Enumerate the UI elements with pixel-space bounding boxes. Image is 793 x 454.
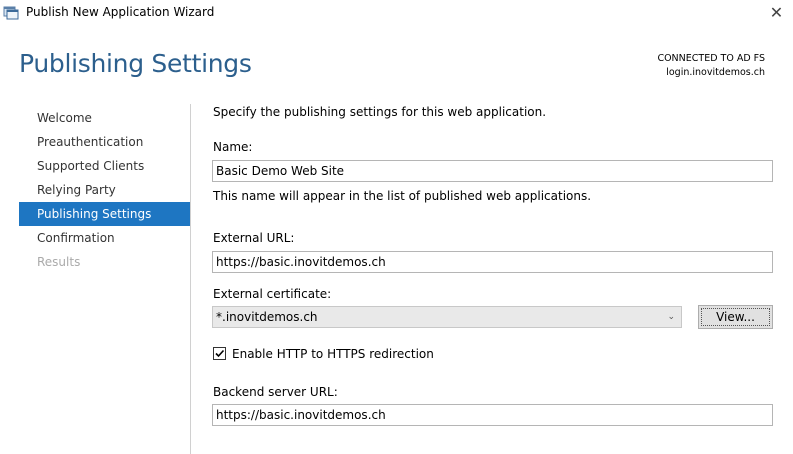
external-certificate-label: External certificate: [213,287,332,301]
chevron-down-icon: ⌄ [667,312,675,322]
external-certificate-dropdown[interactable]: *.inovitdemos.ch ⌄ [212,306,682,328]
checkmark-icon [215,349,225,358]
page-title: Publishing Settings [19,49,252,78]
nav-step-supported-clients[interactable]: Supported Clients [19,154,190,178]
nav-step-welcome[interactable]: Welcome [19,106,190,130]
name-hint: This name will appear in the list of pub… [213,189,592,203]
backend-url-field[interactable]: https://basic.inovitdemos.ch [212,404,773,426]
nav-step-results: Results [37,255,81,269]
view-certificate-button[interactable]: View... [698,305,773,329]
connection-server: login.inovitdemos.ch [666,67,765,78]
name-field[interactable]: Basic Demo Web Site [212,160,773,182]
redirect-label[interactable]: Enable HTTP to HTTPS redirection [232,347,434,361]
external-certificate-value: *.inovitdemos.ch [216,310,318,324]
wizard-steps-nav: Welcome Preauthentication Supported Clie… [19,106,190,274]
close-icon[interactable]: ✕ [760,0,793,26]
nav-step-confirmation[interactable]: Confirmation [19,226,190,250]
redirect-checkbox[interactable] [213,347,226,360]
wizard-app-icon [3,4,19,20]
nav-step-preauthentication[interactable]: Preauthentication [19,130,190,154]
external-url-label: External URL: [213,231,295,245]
window-title: Publish New Application Wizard [26,5,215,19]
intro-text: Specify the publishing settings for this… [213,105,547,119]
connection-status: CONNECTED TO AD FS login.inovitdemos.ch [657,52,765,80]
nav-step-publishing-settings[interactable]: Publishing Settings [19,202,190,226]
name-label: Name: [213,140,253,154]
title-bar: Publish New Application Wizard ✕ [0,0,793,26]
external-url-field[interactable]: https://basic.inovitdemos.ch [212,251,773,273]
backend-url-label: Backend server URL: [213,385,338,399]
connection-status-label: CONNECTED TO AD FS [657,53,765,64]
nav-divider [190,104,191,454]
nav-step-relying-party[interactable]: Relying Party [19,178,190,202]
